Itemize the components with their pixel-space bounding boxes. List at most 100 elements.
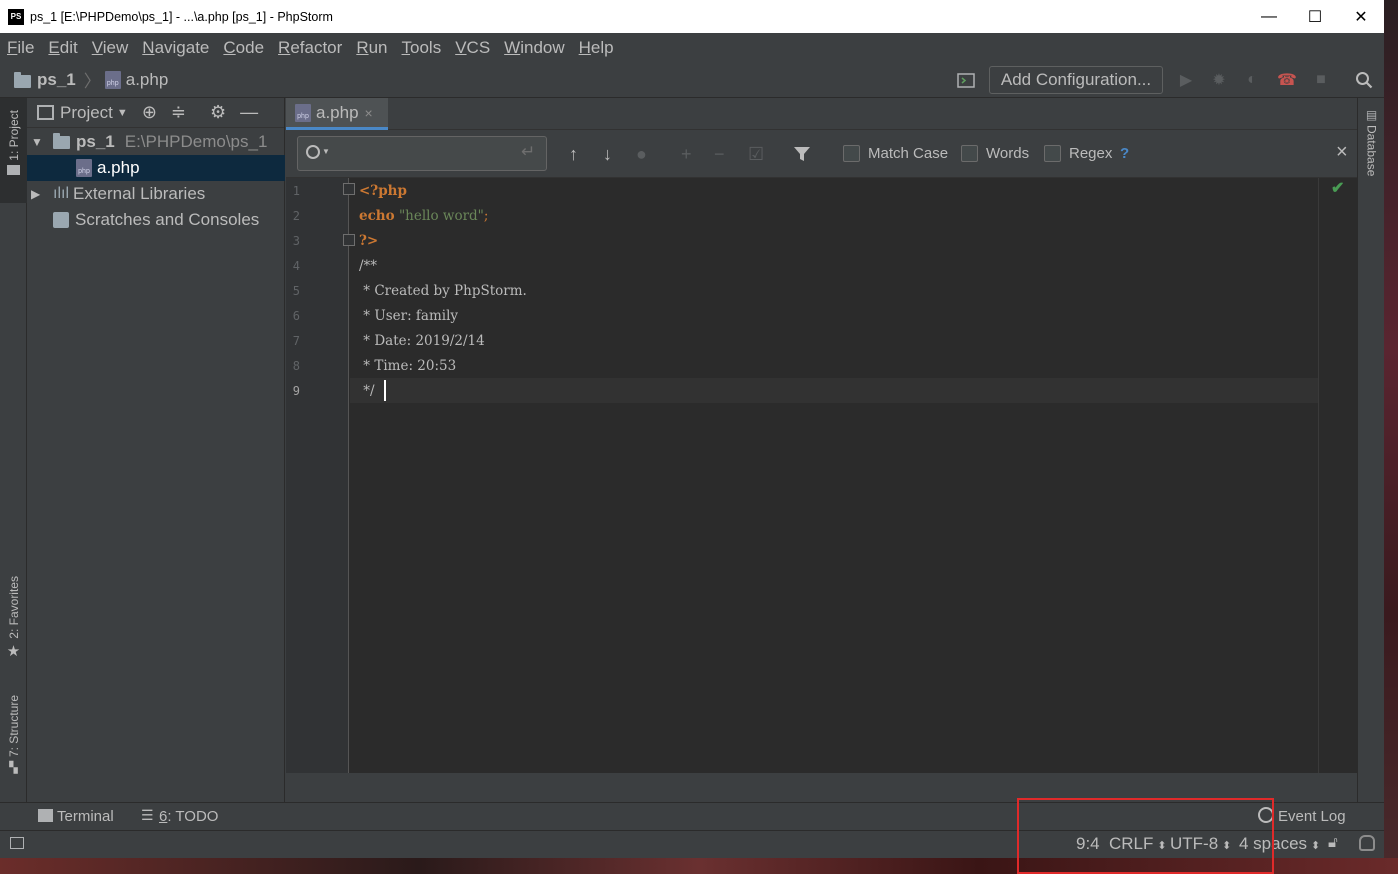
scratches-icon (53, 212, 69, 228)
enter-icon: ↵ (521, 142, 536, 161)
tab-structure[interactable]: 7: Structure ▚ (0, 695, 27, 774)
stop-icon[interactable]: ■ (1311, 70, 1331, 90)
gear-icon[interactable]: ⚙ (210, 102, 226, 123)
annotation-highlight-box (1017, 798, 1274, 874)
find-all-icon[interactable]: ● (636, 143, 647, 165)
add-configuration-button[interactable]: Add Configuration... (989, 66, 1163, 94)
tab-a-php[interactable]: php a.php × (286, 98, 388, 130)
database-icon: ▤ (1365, 108, 1378, 122)
project-view-icon (37, 105, 54, 120)
lock-icon[interactable]: 🔓︎ (1328, 834, 1338, 851)
tree-item-label: Scratches and Consoles (75, 210, 260, 229)
collapse-all-icon[interactable]: ≑ (171, 102, 186, 123)
regex-help-icon[interactable]: ? (1120, 145, 1129, 162)
tree-item-label: External Libraries (73, 184, 206, 203)
line-number: 5 (292, 284, 300, 298)
fold-marker-icon[interactable] (343, 234, 355, 246)
todo-icon: ☰ (141, 807, 154, 823)
breadcrumb-project[interactable]: ps_1 (37, 70, 76, 90)
project-view-selector[interactable]: Project (60, 103, 113, 123)
maximize-button[interactable]: ☐ (1292, 0, 1338, 33)
close-button[interactable]: ✕ (1338, 0, 1384, 33)
close-find-icon[interactable]: × (1336, 141, 1348, 164)
tree-root-path: E:\PHPDemo\ps_1 (124, 132, 268, 151)
remove-occurrence-icon[interactable]: − (714, 143, 725, 165)
code-line: * Time: 20:53 (359, 358, 457, 374)
todo-button[interactable]: 6: TODO (159, 808, 218, 825)
match-case-label[interactable]: Match Case (868, 145, 948, 162)
chevron-updown-icon: ⬍ (1311, 840, 1321, 852)
tree-external-libraries[interactable]: ▶ ılıl External Libraries (27, 181, 285, 207)
previous-occurrence-icon[interactable]: ↑ (569, 143, 578, 165)
minimize-button[interactable]: — (1246, 0, 1292, 33)
words-label[interactable]: Words (986, 145, 1029, 162)
window-title: ps_1 [E:\PHPDemo\ps_1] - ...\a.php [ps_1… (30, 9, 333, 24)
select-all-occurrences-icon[interactable]: ☑ (748, 143, 764, 165)
code-line: echo "hello word"; (359, 208, 489, 224)
search-everywhere-icon[interactable] (1354, 70, 1374, 90)
regex-checkbox[interactable] (1044, 145, 1061, 162)
breadcrumb-file[interactable]: a.php (126, 70, 169, 90)
search-icon (306, 145, 320, 159)
tree-root-ps1[interactable]: ▼ ps_1 E:\PHPDemo\ps_1 (27, 129, 285, 155)
menu-item[interactable]: Tools (395, 38, 449, 58)
tab-label: a.php (316, 102, 359, 122)
menu-item[interactable]: File (0, 38, 41, 58)
menu-item[interactable]: Help (572, 38, 621, 58)
hide-icon[interactable]: — (240, 102, 258, 123)
words-checkbox[interactable] (961, 145, 978, 162)
tree-scratches[interactable]: Scratches and Consoles (27, 207, 285, 233)
chevron-down-icon[interactable]: ▼ (117, 107, 128, 119)
error-stripe: ✔ (1318, 178, 1357, 773)
menu-item[interactable]: Window (497, 38, 571, 58)
left-tool-stripe: 1: Project 2: Favorites ★ 7: Structure ▚ (0, 98, 27, 802)
next-occurrence-icon[interactable]: ↓ (603, 143, 612, 165)
editor-tabs: php a.php × (286, 98, 1357, 130)
close-tab-icon[interactable]: × (365, 105, 373, 121)
project-tab-label: 1: Project (6, 110, 21, 161)
search-input[interactable] (297, 136, 547, 171)
tree-item-a-php[interactable]: php a.php (27, 155, 285, 181)
tree-item-label: a.php (97, 158, 140, 177)
menu-item[interactable]: Run (349, 38, 394, 58)
menu-item[interactable]: View (85, 38, 136, 58)
inspector-icon[interactable] (1359, 835, 1375, 851)
coverage-icon[interactable]: ◐ (1242, 70, 1262, 90)
event-log-button[interactable]: Event Log (1278, 808, 1346, 825)
line-number-gutter: 1 2 3 4 5 6 7 8 9 (286, 178, 349, 773)
filter-icon[interactable] (793, 143, 811, 165)
line-number: 2 (292, 209, 300, 223)
terminal-button[interactable]: Terminal (57, 808, 114, 825)
line-number: 8 (292, 359, 300, 373)
line-number: 7 (292, 334, 300, 348)
search-history-icon[interactable]: ▼ (322, 147, 330, 156)
run-icon[interactable]: ▶ (1176, 70, 1196, 90)
code-editor[interactable]: 1 2 3 4 5 6 7 8 9 <?php echo "hello word"; ?> /** *… (286, 178, 1357, 773)
match-case-checkbox[interactable] (843, 145, 860, 162)
star-icon: ★ (6, 642, 21, 660)
ide-window: PS ps_1 [E:\PHPDemo\ps_1] - ...\a.php [p… (0, 0, 1384, 858)
tab-project[interactable]: 1: Project (0, 98, 27, 203)
menu-item[interactable]: Code (216, 38, 271, 58)
find-bar: ▼ ↵ ↑ ↓ ● + − ☑ Match Case Words Regex ?… (286, 130, 1357, 178)
regex-label[interactable]: Regex (1069, 145, 1112, 162)
tab-favorites[interactable]: 2: Favorites ★ (0, 576, 27, 660)
add-occurrence-icon[interactable]: + (681, 143, 692, 165)
debug-icon[interactable]: ✹ (1209, 70, 1229, 90)
terminal-window-icon[interactable] (956, 70, 976, 90)
menu-item[interactable]: Navigate (135, 38, 216, 58)
menu-item[interactable]: Edit (41, 38, 84, 58)
menu-item[interactable]: VCS (448, 38, 497, 58)
toggle-tool-windows-icon[interactable] (10, 837, 24, 849)
code-line: * Date: 2019/2/14 (359, 333, 485, 349)
locate-icon[interactable]: ⊕ (142, 102, 157, 123)
listen-debug-icon[interactable]: ☎ (1277, 70, 1297, 90)
menu-item[interactable]: Refactor (271, 38, 349, 58)
expand-arrow-icon[interactable]: ▶ (31, 187, 45, 201)
fold-marker-icon[interactable] (343, 183, 355, 195)
line-number: 6 (292, 309, 300, 323)
line-number: 1 (292, 184, 300, 198)
tab-database[interactable]: ▤ Database (1358, 108, 1385, 176)
expand-arrow-icon[interactable]: ▼ (31, 135, 45, 149)
code-line: */ (359, 383, 375, 399)
